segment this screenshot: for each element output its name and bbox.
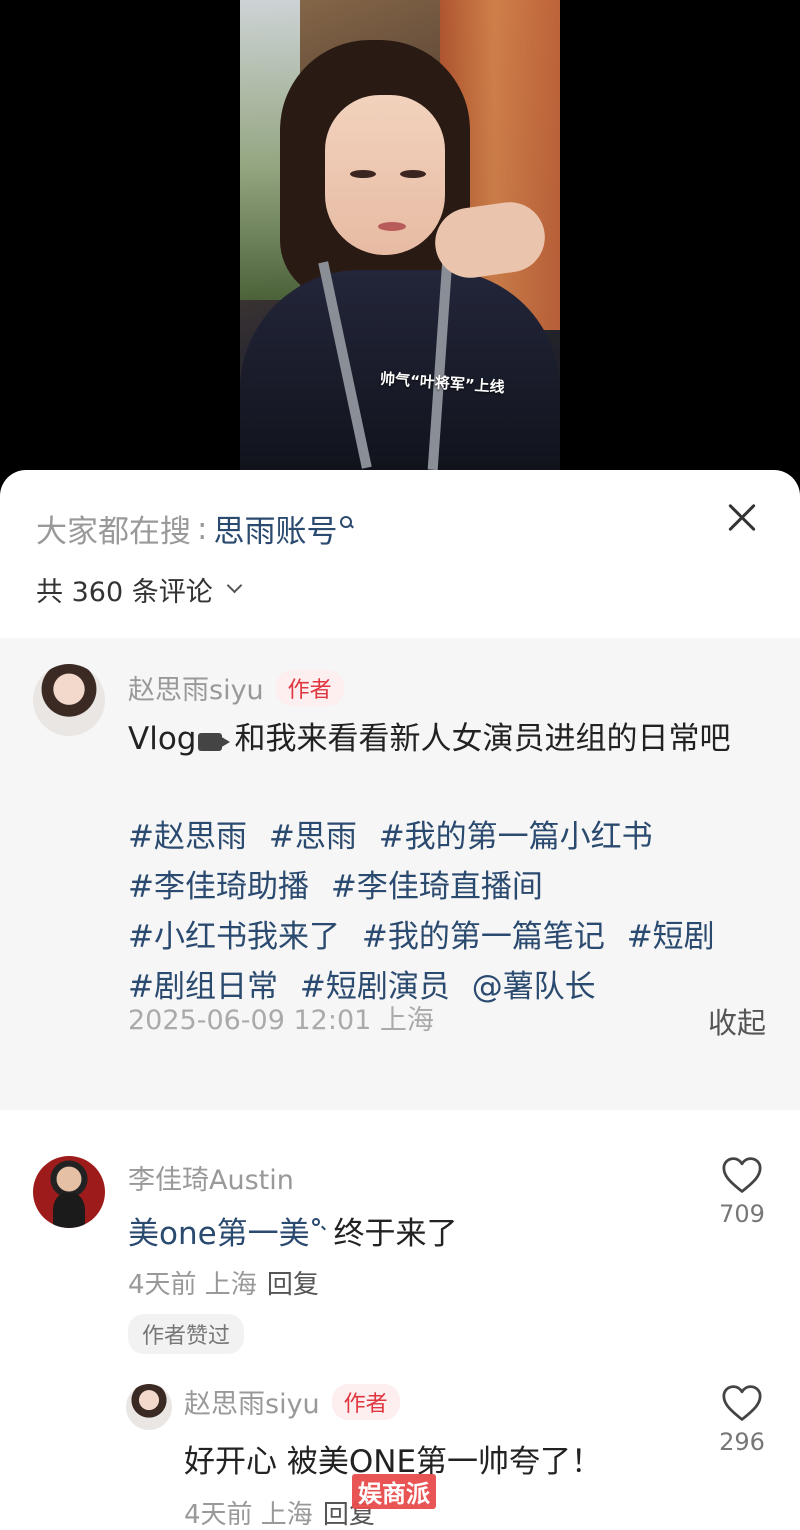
- author-post: 赵思雨siyu 作者 Vlog 和我来看看新人女演员进组的日常吧 #赵思雨 #思雨…: [0, 638, 800, 1110]
- hashtag[interactable]: #李佳琦直播间: [331, 869, 543, 905]
- comment-meta: 4天前 上海 回复: [184, 1494, 375, 1530]
- video-scene-eye: [400, 170, 426, 178]
- comment-count-sort[interactable]: 共 360 条评论: [36, 570, 242, 609]
- hashtag[interactable]: #思雨: [269, 819, 357, 855]
- avatar[interactable]: [126, 1384, 172, 1430]
- author-name[interactable]: 赵思雨siyu: [128, 668, 264, 707]
- trending-search-prefix: 大家都在搜: [36, 514, 191, 550]
- author-badge: 作者: [275, 669, 344, 706]
- video-scene-face: [325, 95, 445, 255]
- avatar[interactable]: [33, 664, 105, 736]
- post-text-start: Vlog: [128, 721, 197, 757]
- post-text: Vlog 和我来看看新人女演员进组的日常吧: [128, 714, 768, 764]
- post-text-rest: 和我来看看新人女演员进组的日常吧: [234, 721, 731, 757]
- comment-time-location: 4天前 上海: [128, 1270, 257, 1300]
- hashtag[interactable]: #赵思雨: [128, 819, 247, 855]
- close-button[interactable]: [720, 496, 764, 540]
- movie-camera-icon: [198, 727, 232, 753]
- video-frame[interactable]: 帅气“叶将军”上线: [240, 0, 560, 470]
- commenter-name[interactable]: 赵思雨siyu: [184, 1382, 320, 1421]
- video-scene-lips: [378, 222, 406, 231]
- comment-meta: 4天前 上海 回复: [128, 1264, 319, 1301]
- watermark: 娱商派: [352, 1474, 436, 1509]
- hashtag[interactable]: #短剧: [627, 919, 715, 955]
- chevron-down-icon: [226, 577, 242, 594]
- heart-icon: [722, 1385, 762, 1421]
- post-name-row: 赵思雨siyu 作者: [128, 668, 344, 707]
- commenter-name[interactable]: 李佳琦Austin: [128, 1165, 294, 1196]
- author-badge: 作者: [331, 1383, 400, 1420]
- video-scene-eye: [350, 170, 376, 178]
- comment-count-label: 共 360 条评论: [36, 577, 213, 608]
- heart-icon: [722, 1157, 762, 1193]
- hashtag[interactable]: #小红书我来了: [128, 919, 340, 955]
- trending-search-term[interactable]: 思雨账号: [213, 506, 337, 551]
- trending-search[interactable]: 大家都在搜 : 思雨账号: [36, 506, 353, 551]
- post-meta: 2025-06-09 12:01 上海: [128, 1005, 434, 1036]
- like-button[interactable]: 296: [712, 1384, 772, 1456]
- comment-name-row: 李佳琦Austin: [128, 1158, 294, 1197]
- search-icon: [340, 515, 353, 528]
- mention[interactable]: @薯队长: [472, 969, 596, 1005]
- author-liked-tag: 作者赞过: [128, 1314, 245, 1354]
- hashtag[interactable]: #我的第一篇小红书: [379, 819, 653, 855]
- comment-text-rest: 终于来了: [323, 1216, 458, 1252]
- comment-time-location: 4天前 上海: [184, 1500, 313, 1530]
- comments-sheet: 大家都在搜 : 思雨账号 共 360 条评论 赵思雨siyu 作者 Vlog 和我…: [0, 470, 800, 1530]
- comment-text: 美one第一美 终于来了: [128, 1208, 458, 1253]
- hashtag[interactable]: #我的第一篇笔记: [362, 919, 605, 955]
- avatar[interactable]: [33, 1156, 105, 1228]
- video-player[interactable]: 帅气“叶将军”上线: [0, 0, 800, 490]
- search-icon: [311, 1218, 326, 1231]
- comment-item: 李佳琦Austin 美one第一美 终于来了 4天前 上海 回复 作者赞过 709: [0, 1156, 800, 1356]
- like-count: 296: [719, 1428, 765, 1456]
- reply-name-row: 赵思雨siyu 作者: [184, 1382, 400, 1421]
- comment-search-link[interactable]: 美one第一美: [128, 1216, 310, 1252]
- post-tags: #赵思雨 #思雨 #我的第一篇小红书 #李佳琦助播 #李佳琦直播间 #小红书我来…: [128, 812, 778, 1012]
- reply-button[interactable]: 回复: [267, 1270, 319, 1300]
- like-count: 709: [719, 1200, 765, 1228]
- like-button[interactable]: 709: [712, 1156, 772, 1228]
- hashtag[interactable]: #李佳琦助播: [128, 869, 309, 905]
- trending-search-separator: :: [197, 510, 208, 547]
- collapse-button[interactable]: 收起: [708, 1000, 766, 1042]
